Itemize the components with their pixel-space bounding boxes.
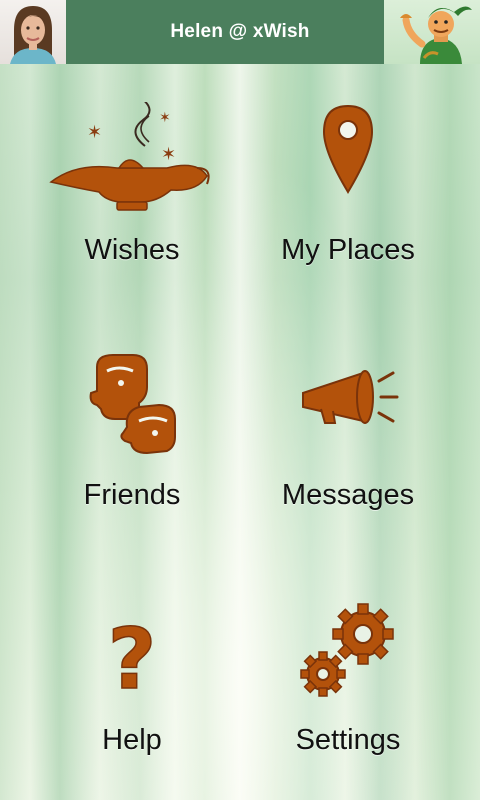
app-header: Helen @ xWish (0, 0, 480, 64)
magic-lamp-icon: ✶ ✶ ✶ (49, 102, 210, 211)
menu-item-help[interactable]: ? Help (12, 554, 252, 799)
menu-label: Settings (295, 724, 401, 756)
menu-label: Help (102, 724, 162, 756)
svg-text:✶: ✶ (87, 122, 102, 143)
svg-text:✶: ✶ (159, 110, 171, 126)
menu-label: Messages (281, 479, 415, 511)
friends-faces-icon (89, 354, 176, 455)
main-menu: ✶ ✶ ✶ Wishes My Places Friends Messages … (0, 64, 480, 800)
svg-text:?: ? (108, 610, 157, 702)
menu-label: Friends (83, 479, 181, 511)
menu-item-messages[interactable]: Messages (228, 309, 468, 554)
megaphone-icon (302, 370, 399, 424)
svg-text:✶: ✶ (161, 144, 176, 165)
map-pin-icon (322, 104, 374, 194)
menu-label: My Places (281, 234, 415, 266)
genie-logo (384, 0, 480, 64)
menu-item-friends[interactable]: Friends (12, 309, 252, 554)
gears-icon (300, 603, 394, 697)
question-mark-icon: ? (107, 609, 157, 702)
menu-item-my-places[interactable]: My Places (228, 64, 468, 309)
menu-label: Wishes (84, 234, 180, 266)
menu-item-settings[interactable]: Settings (228, 554, 468, 799)
menu-item-wishes[interactable]: ✶ ✶ ✶ Wishes (12, 64, 252, 309)
